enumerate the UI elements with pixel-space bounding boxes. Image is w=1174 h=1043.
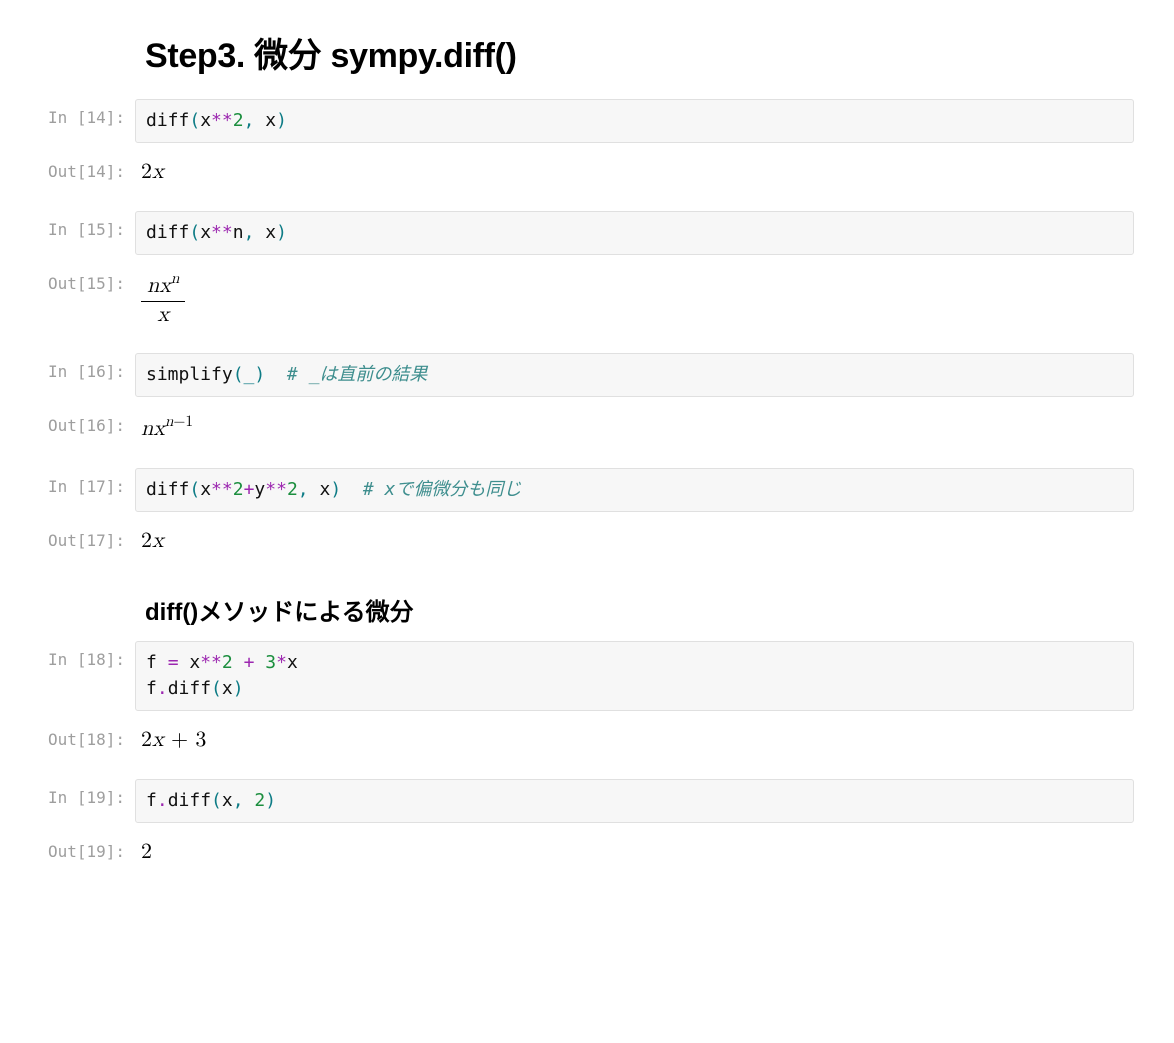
- code-cell-16: In [16]: simplify(_) # _は直前の結果: [0, 353, 1134, 397]
- code-input-19[interactable]: f.diff(x, 2): [135, 779, 1134, 823]
- output-17: 2x: [135, 522, 1134, 558]
- in-prompt-19: In [19]:: [0, 779, 135, 807]
- code-input-14[interactable]: diff(x**2, x): [135, 99, 1134, 143]
- code-cell-15: In [15]: diff(x**n, x): [0, 211, 1134, 255]
- output-15: nxn x: [135, 265, 1134, 330]
- out-prompt-15: Out[15]:: [0, 265, 135, 293]
- code-input-18[interactable]: f = x**2 + 3*x f.diff(x): [135, 641, 1134, 711]
- fraction: nxn x: [141, 271, 185, 326]
- output-cell-14: Out[14]: 2x: [0, 153, 1134, 189]
- output-16: nxn−1: [135, 407, 1134, 446]
- out-prompt-18: Out[18]:: [0, 721, 135, 749]
- heading-cell: Step3. 微分 sympy.diff(): [145, 28, 1134, 77]
- output-cell-18: Out[18]: 2x + 3: [0, 721, 1134, 757]
- out-prompt-17: Out[17]:: [0, 522, 135, 550]
- in-prompt-15: In [15]:: [0, 211, 135, 239]
- code-input-16[interactable]: simplify(_) # _は直前の結果: [135, 353, 1134, 397]
- output-14: 2x: [135, 153, 1134, 189]
- in-prompt-17: In [17]:: [0, 468, 135, 496]
- code-cell-19: In [19]: f.diff(x, 2): [0, 779, 1134, 823]
- in-prompt-18: In [18]:: [0, 641, 135, 669]
- output-cell-19: Out[19]: 2: [0, 833, 1134, 869]
- output-cell-15: Out[15]: nxn x: [0, 265, 1134, 330]
- out-prompt-19: Out[19]:: [0, 833, 135, 861]
- page-heading: Step3. 微分 sympy.diff(): [145, 28, 1134, 77]
- output-19: 2: [135, 833, 1134, 869]
- output-cell-17: Out[17]: 2x: [0, 522, 1134, 558]
- code-cell-17: In [17]: diff(x**2+y**2, x) # xで偏微分も同じ: [0, 468, 1134, 512]
- code-input-17[interactable]: diff(x**2+y**2, x) # xで偏微分も同じ: [135, 468, 1134, 512]
- output-18: 2x + 3: [135, 721, 1134, 757]
- in-prompt-14: In [14]:: [0, 99, 135, 127]
- subheading-cell: diff()メソッドによる微分: [145, 592, 1134, 627]
- subheading: diff()メソッドによる微分: [145, 592, 1134, 627]
- code-input-15[interactable]: diff(x**n, x): [135, 211, 1134, 255]
- notebook: Step3. 微分 sympy.diff() In [14]: diff(x**…: [0, 0, 1174, 913]
- output-cell-16: Out[16]: nxn−1: [0, 407, 1134, 446]
- code-cell-14: In [14]: diff(x**2, x): [0, 99, 1134, 143]
- out-prompt-14: Out[14]:: [0, 153, 135, 181]
- out-prompt-16: Out[16]:: [0, 407, 135, 435]
- code-cell-18: In [18]: f = x**2 + 3*x f.diff(x): [0, 641, 1134, 711]
- in-prompt-16: In [16]:: [0, 353, 135, 381]
